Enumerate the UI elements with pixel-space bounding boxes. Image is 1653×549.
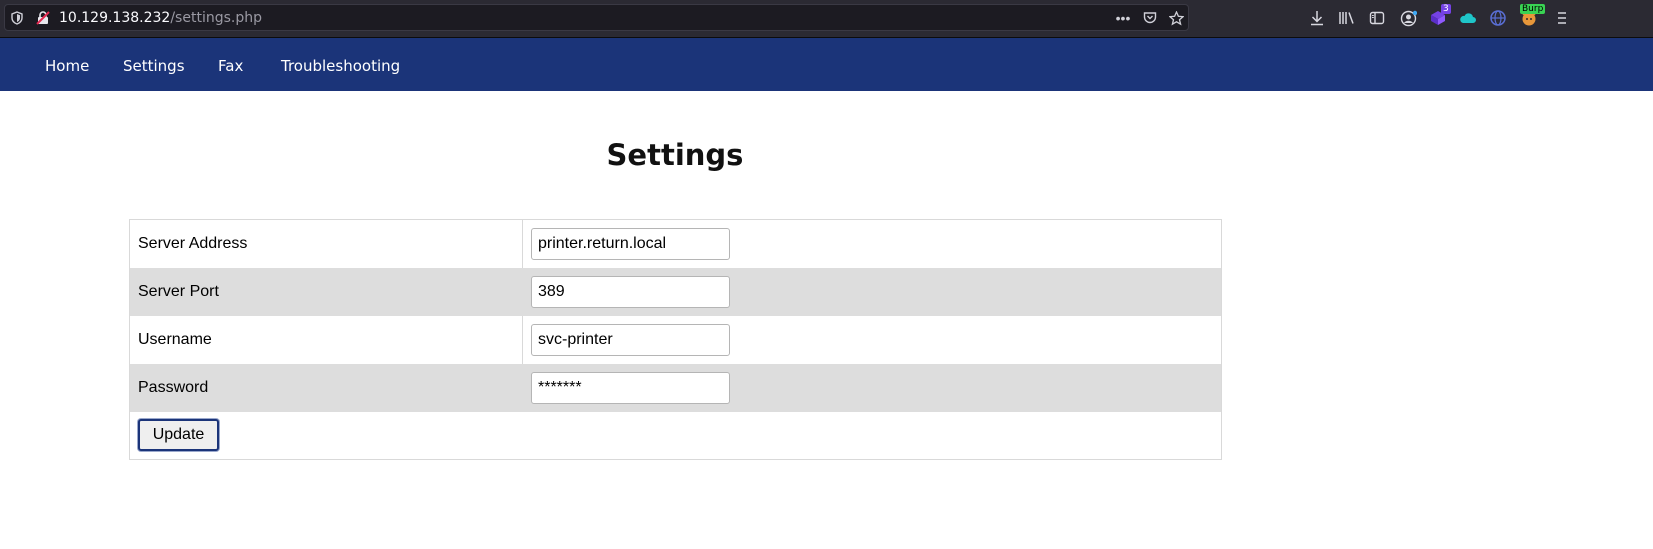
server-port-cell xyxy=(522,267,1222,316)
site-navigation: Home Settings Fax Troubleshooting xyxy=(0,38,1653,91)
insecure-connection-lock-icon[interactable] xyxy=(35,10,51,26)
form-row-username: Username xyxy=(129,315,1222,364)
nav-link-settings[interactable]: Settings xyxy=(123,57,185,75)
settings-form-table: Server Address Server Port Username Pass… xyxy=(129,219,1222,460)
url-text[interactable]: 10.129.138.232/settings.php xyxy=(59,10,262,26)
password-label: Password xyxy=(129,363,523,412)
nav-link-home[interactable]: Home xyxy=(45,57,89,75)
server-address-cell xyxy=(523,220,1222,268)
burp-badge: Burp xyxy=(1520,4,1546,14)
password-input[interactable] xyxy=(531,371,730,404)
account-icon[interactable] xyxy=(1399,9,1417,27)
nav-link-fax[interactable]: Fax xyxy=(218,57,243,75)
username-label: Username xyxy=(129,315,523,364)
password-cell xyxy=(522,363,1222,412)
server-address-label: Server Address xyxy=(129,219,523,268)
form-row-server-port: Server Port xyxy=(129,267,1222,316)
cloud-extension-icon[interactable] xyxy=(1459,9,1477,27)
library-icon[interactable] xyxy=(1338,9,1356,27)
form-row-server-address: Server Address xyxy=(129,219,1222,268)
downloads-icon[interactable] xyxy=(1308,9,1326,27)
nav-link-troubleshooting[interactable]: Troubleshooting xyxy=(281,57,400,75)
globe-extension-icon[interactable] xyxy=(1489,9,1507,27)
url-host: 10.129.138.232 xyxy=(59,10,171,26)
submit-cell: Update xyxy=(130,412,1222,460)
extension-badge-count: 3 xyxy=(1441,4,1451,14)
username-input[interactable] xyxy=(531,323,730,356)
page-title: Settings xyxy=(606,138,744,172)
form-row-submit: Update xyxy=(130,412,1222,460)
username-cell xyxy=(523,316,1222,364)
tracking-protection-shield-icon[interactable] xyxy=(9,10,25,26)
menu-hamburger-icon[interactable] xyxy=(1553,9,1571,27)
browser-toolbar: 10.129.138.232/settings.php ••• 3 Burp xyxy=(0,0,1653,38)
page-actions-more-icon[interactable]: ••• xyxy=(1114,10,1132,26)
pocket-icon[interactable] xyxy=(1141,10,1159,26)
bookmark-star-icon[interactable] xyxy=(1167,10,1185,26)
address-bar[interactable]: 10.129.138.232/settings.php ••• xyxy=(4,4,1189,31)
server-port-input[interactable] xyxy=(531,275,730,308)
url-path: /settings.php xyxy=(170,10,262,26)
server-port-label: Server Port xyxy=(129,267,523,316)
server-address-input[interactable] xyxy=(531,227,730,260)
update-button[interactable]: Update xyxy=(138,419,219,452)
form-row-password: Password xyxy=(129,363,1222,412)
sidebar-icon[interactable] xyxy=(1368,9,1386,27)
